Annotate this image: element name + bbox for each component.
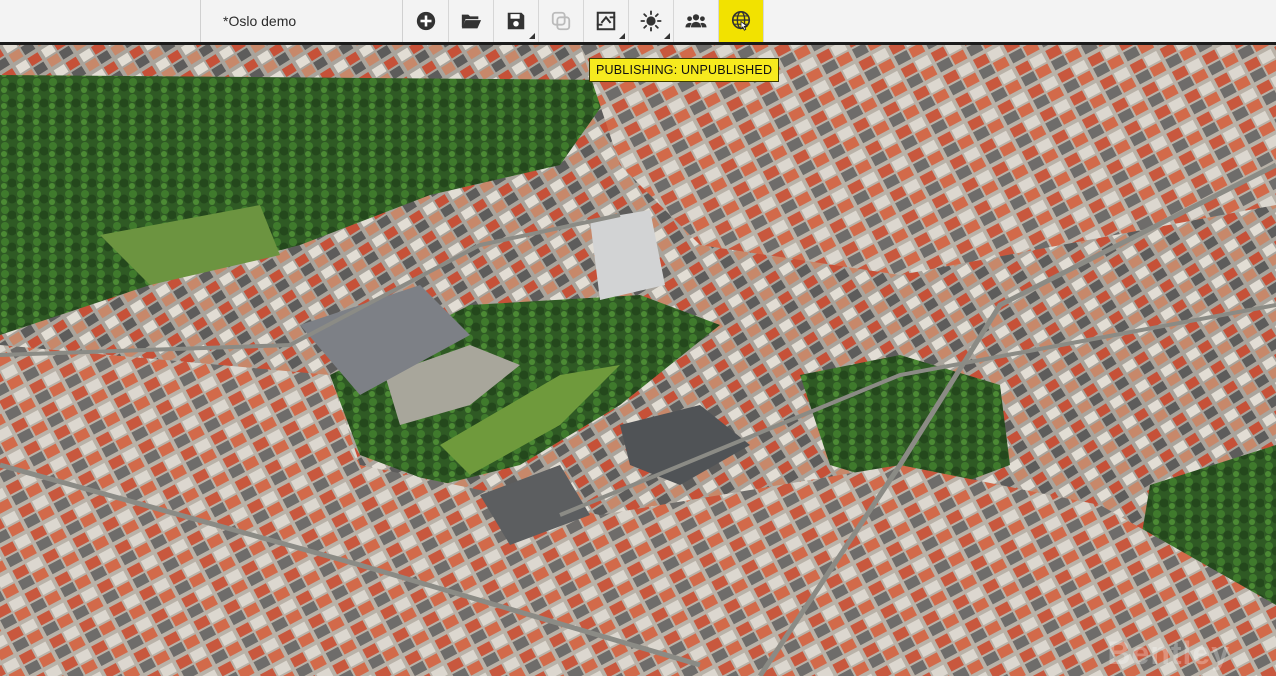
swap-view-icon	[596, 11, 616, 31]
save-menu-indicator	[529, 33, 535, 39]
publish-globe-icon	[731, 11, 751, 31]
publishing-status-tooltip: PUBLISHING: UNPUBLISHED	[589, 58, 780, 82]
swap-view-menu-indicator	[619, 33, 625, 39]
open-folder-icon	[461, 14, 482, 29]
document-title: *Oslo demo	[200, 0, 403, 42]
save-icon	[507, 12, 525, 30]
bentley-watermark: Bentley	[1107, 635, 1230, 671]
duplicate-icon	[551, 11, 571, 31]
save-button[interactable]	[494, 0, 539, 42]
add-icon	[416, 11, 436, 31]
map-viewport[interactable]: Bentley	[0, 45, 1276, 676]
sun-icon	[640, 10, 662, 32]
swap-view-button[interactable]	[584, 0, 629, 42]
users-button[interactable]	[674, 0, 719, 42]
duplicate-button[interactable]	[539, 0, 584, 42]
city-3d-scene	[0, 45, 1276, 676]
toolbar-left-panel	[0, 0, 201, 42]
toolbar-empty-area	[765, 0, 1276, 42]
users-icon	[685, 14, 707, 28]
sun-button[interactable]	[629, 0, 674, 42]
open-button[interactable]	[449, 0, 494, 42]
publish-button[interactable]	[719, 0, 764, 42]
top-toolbar: *Oslo demo	[0, 0, 1276, 45]
sun-menu-indicator	[664, 33, 670, 39]
add-button[interactable]	[404, 0, 449, 42]
